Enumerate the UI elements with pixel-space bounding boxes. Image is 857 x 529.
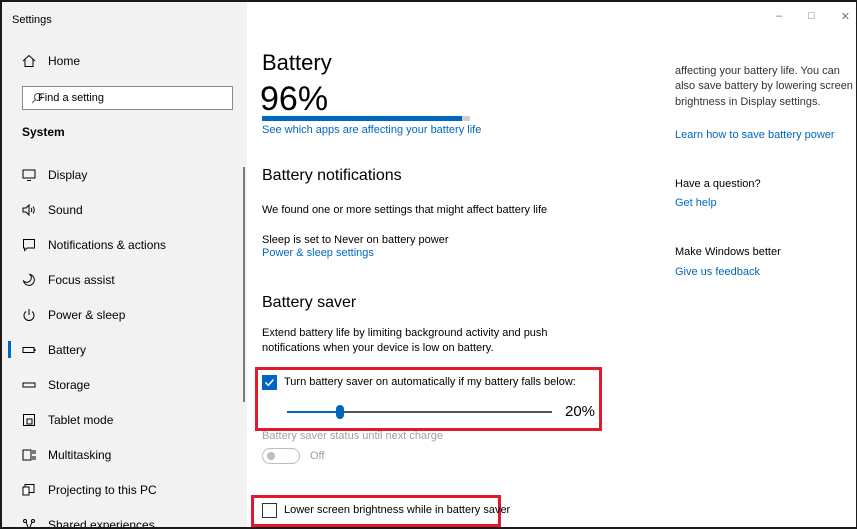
battery-level-bar [262, 116, 470, 121]
auto-saver-checkbox[interactable] [262, 375, 277, 390]
home-icon [22, 54, 36, 68]
sidebar-item-label: Power & sleep [48, 307, 126, 322]
slider-track-fill [287, 411, 340, 413]
sidebar-item-label: Sound [48, 202, 83, 217]
sidebar-item-label: Display [48, 167, 88, 182]
checkmark-icon [264, 378, 275, 387]
sidebar-item-tablet-mode[interactable]: Tablet mode [2, 402, 247, 437]
sidebar: Settings Home Find a setting System Disp… [2, 2, 247, 529]
sidebar-item-shared-experiences[interactable]: Shared experiences [2, 507, 247, 529]
lower-brightness-checkbox[interactable] [262, 503, 277, 518]
save-battery-link[interactable]: Learn how to save battery power [675, 129, 835, 141]
threshold-value: 20% [565, 403, 596, 420]
toggle-state-label: Off [310, 450, 325, 462]
settings-affect-text: We found one or more settings that might… [262, 204, 548, 216]
home-label: Home [48, 54, 81, 68]
battery-saver-description: Extend battery life by limiting backgrou… [262, 327, 548, 354]
sidebar-item-notifications[interactable]: Notifications & actions [2, 227, 247, 262]
make-windows-better-heading: Make Windows better [675, 246, 781, 258]
speaker-icon [22, 203, 36, 217]
sidebar-item-projecting[interactable]: Projecting to this PC [2, 472, 247, 507]
section-title: System [22, 125, 65, 139]
sidebar-item-label: Shared experiences [48, 517, 155, 529]
sidebar-item-display[interactable]: Display [2, 157, 247, 192]
sidebar-item-label: Battery [48, 342, 87, 357]
projector-icon [22, 483, 36, 497]
related-description: affecting your battery life. You can als… [675, 65, 853, 108]
sidebar-item-power-sleep[interactable]: Power & sleep [2, 297, 247, 332]
auto-saver-label: Turn battery saver on automatically if m… [284, 376, 576, 388]
toggle-knob [267, 452, 275, 460]
moon-icon [22, 273, 36, 287]
page-title: Battery [262, 50, 332, 75]
home-nav-item[interactable]: Home [22, 54, 80, 68]
sidebar-item-label: Notifications & actions [48, 237, 167, 252]
power-sleep-settings-link[interactable]: Power & sleep settings [262, 247, 374, 259]
sidebar-item-storage[interactable]: Storage [2, 367, 247, 402]
battery-saver-toggle[interactable] [262, 448, 300, 464]
settings-window: Settings Home Find a setting System Disp… [0, 0, 857, 529]
lower-brightness-label: Lower screen brightness while in battery… [284, 504, 511, 516]
sidebar-item-label: Projecting to this PC [48, 482, 157, 497]
give-feedback-link[interactable]: Give us feedback [675, 266, 760, 278]
battery-saver-threshold-slider[interactable] [287, 405, 552, 419]
slider-thumb[interactable] [336, 405, 344, 419]
sidebar-item-battery[interactable]: Battery [2, 332, 247, 367]
battery-notifications-heading: Battery notifications [262, 167, 402, 184]
sidebar-item-label: Storage [48, 377, 91, 392]
power-icon [22, 308, 36, 322]
search-input[interactable]: Find a setting [22, 86, 233, 110]
tablet-icon [22, 413, 36, 427]
sidebar-item-label: Tablet mode [48, 412, 114, 427]
question-heading: Have a question? [675, 178, 761, 190]
battery-level-fill [262, 116, 462, 121]
sidebar-item-multitasking[interactable]: Multitasking [2, 437, 247, 472]
battery-saver-heading: Battery saver [262, 294, 357, 311]
sidebar-nav: Display Sound Notifications & actions Fo… [2, 157, 247, 529]
battery-percent: 96% [260, 80, 329, 118]
apps-battery-link[interactable]: See which apps are affecting your batter… [262, 124, 481, 136]
notifications-icon [22, 238, 36, 252]
storage-icon [22, 378, 36, 392]
sidebar-item-label: Multitasking [48, 447, 112, 462]
status-until-label: Battery saver status until next charge [262, 430, 443, 442]
multitasking-icon [22, 448, 36, 462]
monitor-icon [22, 168, 36, 182]
sidebar-item-label: Focus assist [48, 272, 115, 287]
sidebar-item-sound[interactable]: Sound [2, 192, 247, 227]
battery-icon [22, 343, 36, 357]
shared-icon [22, 518, 36, 527]
sidebar-scrollbar[interactable] [243, 167, 245, 402]
sleep-setting-text: Sleep is set to Never on battery power [262, 234, 449, 246]
window-title: Settings [12, 14, 52, 26]
sidebar-item-focus-assist[interactable]: Focus assist [2, 262, 247, 297]
search-placeholder: Find a setting [38, 91, 105, 104]
get-help-link[interactable]: Get help [675, 197, 717, 209]
